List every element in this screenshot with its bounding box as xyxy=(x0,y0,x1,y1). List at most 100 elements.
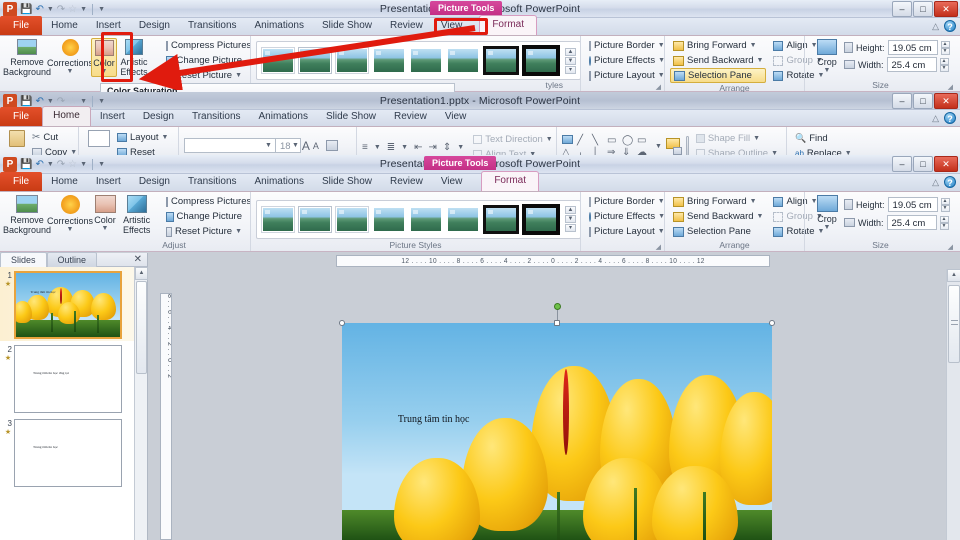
shapes-more-caret-icon[interactable]: ▼ xyxy=(655,143,662,150)
picture-styles-gallery-back[interactable]: ▲ ▼ ▾ xyxy=(256,41,581,80)
picture-style-thumb[interactable] xyxy=(261,205,295,233)
slide-thumbnail[interactable]: Trung tâm tin học xyxy=(14,271,122,339)
slide-thumbnail[interactable]: Trung tâm tin học xyxy=(14,419,122,487)
minimize-button-front[interactable]: – xyxy=(892,156,912,172)
tab-view-back[interactable]: View xyxy=(432,17,472,35)
powerpoint-window-front[interactable]: P 💾 ↶ ▼ ↷ ☆ ▼ ▼ Presentation1.pptx - Mic… xyxy=(0,155,960,540)
picture-style-thumb[interactable] xyxy=(372,47,406,74)
height-input-back[interactable]: 19.05 cm xyxy=(887,40,938,55)
maximize-button-middle[interactable]: □ xyxy=(913,93,933,109)
crop-button-front[interactable]: Crop ▼ xyxy=(810,194,844,232)
window-controls-middle[interactable]: – □ ✕ xyxy=(892,93,958,109)
send-backward-caret-icon-front[interactable]: ▼ xyxy=(757,213,764,220)
picture-layout-button-back[interactable]: Picture Layout ▼ xyxy=(586,68,665,83)
list-item[interactable]: 3 ★ Trung tâm tin học xyxy=(0,415,134,489)
artistic-effects-button-front[interactable]: Artistic Effects xyxy=(119,194,154,236)
tab-slides[interactable]: Slides xyxy=(0,251,47,268)
picture-style-thumb-selected[interactable] xyxy=(483,204,519,234)
width-input-back[interactable]: 25.4 cm xyxy=(886,57,937,72)
picture-border-button-back[interactable]: Picture Border ▼ xyxy=(586,38,665,53)
help-bar-front[interactable]: △ ? xyxy=(932,176,956,188)
change-picture-button-front[interactable]: Change Picture xyxy=(163,209,245,224)
compress-pictures-button-front[interactable]: Compress Pictures xyxy=(163,194,251,209)
selection-pane-button-front[interactable]: Selection Pane xyxy=(670,224,766,239)
gallery-scroll-arrows-front[interactable]: ▲ ▼ ▾ xyxy=(565,206,576,232)
color-button-front[interactable]: Color ▼ xyxy=(91,194,119,233)
slides-panel[interactable]: Slides Outline ✕ 1 ★ Trung tâm tin học 2… xyxy=(0,251,148,540)
selection-pane-button-back[interactable]: Selection Pane xyxy=(670,68,767,83)
gallery-up-icon-front[interactable]: ▲ xyxy=(565,206,576,214)
remove-background-button-back[interactable]: Remove Background xyxy=(3,38,51,78)
corrections-button-front[interactable]: Corrections ▼ xyxy=(47,194,93,234)
line-spacing-caret-icon[interactable]: ▼ xyxy=(457,144,464,151)
layout-button-middle[interactable]: Layout ▼ xyxy=(114,130,171,145)
crop-caret-icon-front[interactable]: ▼ xyxy=(824,224,831,231)
help-bar-middle[interactable]: △ ? xyxy=(932,112,956,124)
arrange-button-middle[interactable] xyxy=(665,137,682,155)
bring-forward-caret-icon[interactable]: ▼ xyxy=(750,42,757,49)
bring-forward-caret-icon-front[interactable]: ▼ xyxy=(750,198,757,205)
width-spinner-front[interactable]: ▲ ▼ xyxy=(939,215,949,230)
compress-pictures-button-back[interactable]: Compress Pictures xyxy=(163,38,251,53)
gallery-more-icon-front[interactable]: ▾ xyxy=(565,224,576,232)
reset-picture-caret-icon-front[interactable]: ▼ xyxy=(235,228,242,235)
tab-transitions-middle[interactable]: Transitions xyxy=(183,108,250,126)
shrink-font-icon[interactable]: A xyxy=(313,141,319,151)
font-name-caret-icon[interactable]: ▼ xyxy=(265,142,272,149)
picture-style-thumb[interactable] xyxy=(298,47,332,74)
tab-design-middle[interactable]: Design xyxy=(134,108,183,126)
shape-textbox-icon[interactable] xyxy=(562,134,573,144)
editor-scroll-up-icon[interactable]: ▲ xyxy=(947,269,960,282)
slide-picture[interactable]: Trung tâm tin học xyxy=(342,323,772,540)
picture-style-thumb[interactable] xyxy=(446,47,480,74)
tab-view-middle[interactable]: View xyxy=(436,108,476,126)
picture-styles-dialog-launcher-front[interactable]: ◢ xyxy=(656,243,661,251)
bullets-icon[interactable]: ≡ xyxy=(362,142,368,153)
width-spinner-back[interactable]: ▲ ▼ xyxy=(939,57,949,72)
quick-styles-icon[interactable] xyxy=(685,136,689,156)
tab-design-front[interactable]: Design xyxy=(130,173,179,191)
picture-style-thumb[interactable] xyxy=(261,47,295,74)
reset-picture-button-front[interactable]: Reset Picture ▼ xyxy=(163,224,245,239)
shape-fill-button-middle[interactable]: Shape Fill ▼ xyxy=(693,131,781,146)
powerpoint-window-middle[interactable]: P 💾 ↶ ▼ ↷ ☆ ▼ ▼ Presentation1.pptx - Mic… xyxy=(0,92,960,160)
ribbon-tabs-middle[interactable]: File Home Insert Design Transitions Anim… xyxy=(0,106,960,127)
new-slide-button-middle[interactable] xyxy=(84,129,114,148)
grow-font-icon[interactable]: A xyxy=(302,139,310,153)
change-picture-button-back[interactable]: Change Picture xyxy=(163,53,245,68)
tab-file-front[interactable]: File xyxy=(0,172,43,191)
height-spinner-back[interactable]: ▲ ▼ xyxy=(940,40,950,55)
picture-border-button-front[interactable]: Picture Border ▼ xyxy=(586,194,665,209)
shape-rounded-rect-icon[interactable]: ▭ xyxy=(637,135,651,146)
color-caret-icon-front[interactable]: ▼ xyxy=(102,225,109,232)
color-button-back[interactable]: Color ▼ xyxy=(91,38,117,77)
rotate-handle[interactable] xyxy=(554,303,561,310)
close-button-middle[interactable]: ✕ xyxy=(934,93,958,109)
collapse-ribbon-icon-front[interactable]: △ xyxy=(932,177,939,188)
tab-home-back[interactable]: Home xyxy=(42,17,87,35)
increase-indent-icon[interactable]: ⇥ xyxy=(429,142,437,153)
gallery-scroll-arrows-back[interactable]: ▲ ▼ ▾ xyxy=(565,47,576,74)
picture-style-thumb[interactable] xyxy=(483,46,519,75)
artistic-effects-button-back[interactable]: Artistic Effects xyxy=(117,38,151,78)
maximize-button-back[interactable]: □ xyxy=(913,1,933,17)
send-backward-button-front[interactable]: Send Backward ▼ xyxy=(670,209,766,224)
window-controls-back[interactable]: – □ ✕ xyxy=(892,1,958,17)
list-item[interactable]: 2 ★ Trung tâm tin học ứng tại xyxy=(0,341,134,415)
shape-line-icon[interactable]: ╱ xyxy=(577,135,591,146)
font-size-caret-icon[interactable]: ▼ xyxy=(292,142,299,149)
crop-button-back[interactable]: Crop ▼ xyxy=(810,38,844,75)
tab-format-front[interactable]: Format xyxy=(481,171,539,191)
picture-style-thumb[interactable] xyxy=(446,206,480,233)
tab-file-middle[interactable]: File xyxy=(0,107,43,126)
tab-animations-middle[interactable]: Animations xyxy=(250,108,317,126)
tab-view-front[interactable]: View xyxy=(432,173,472,191)
picture-style-thumb[interactable] xyxy=(522,203,560,235)
decrease-indent-icon[interactable]: ⇤ xyxy=(414,142,422,153)
corrections-caret-icon[interactable]: ▼ xyxy=(67,68,74,75)
picture-style-thumb[interactable] xyxy=(409,206,443,233)
maximize-button-front[interactable]: □ xyxy=(913,156,933,172)
selection-handle-top-left[interactable] xyxy=(339,320,345,326)
tab-file-back[interactable]: File xyxy=(0,16,43,35)
selection-handle-top-right[interactable] xyxy=(769,320,775,326)
